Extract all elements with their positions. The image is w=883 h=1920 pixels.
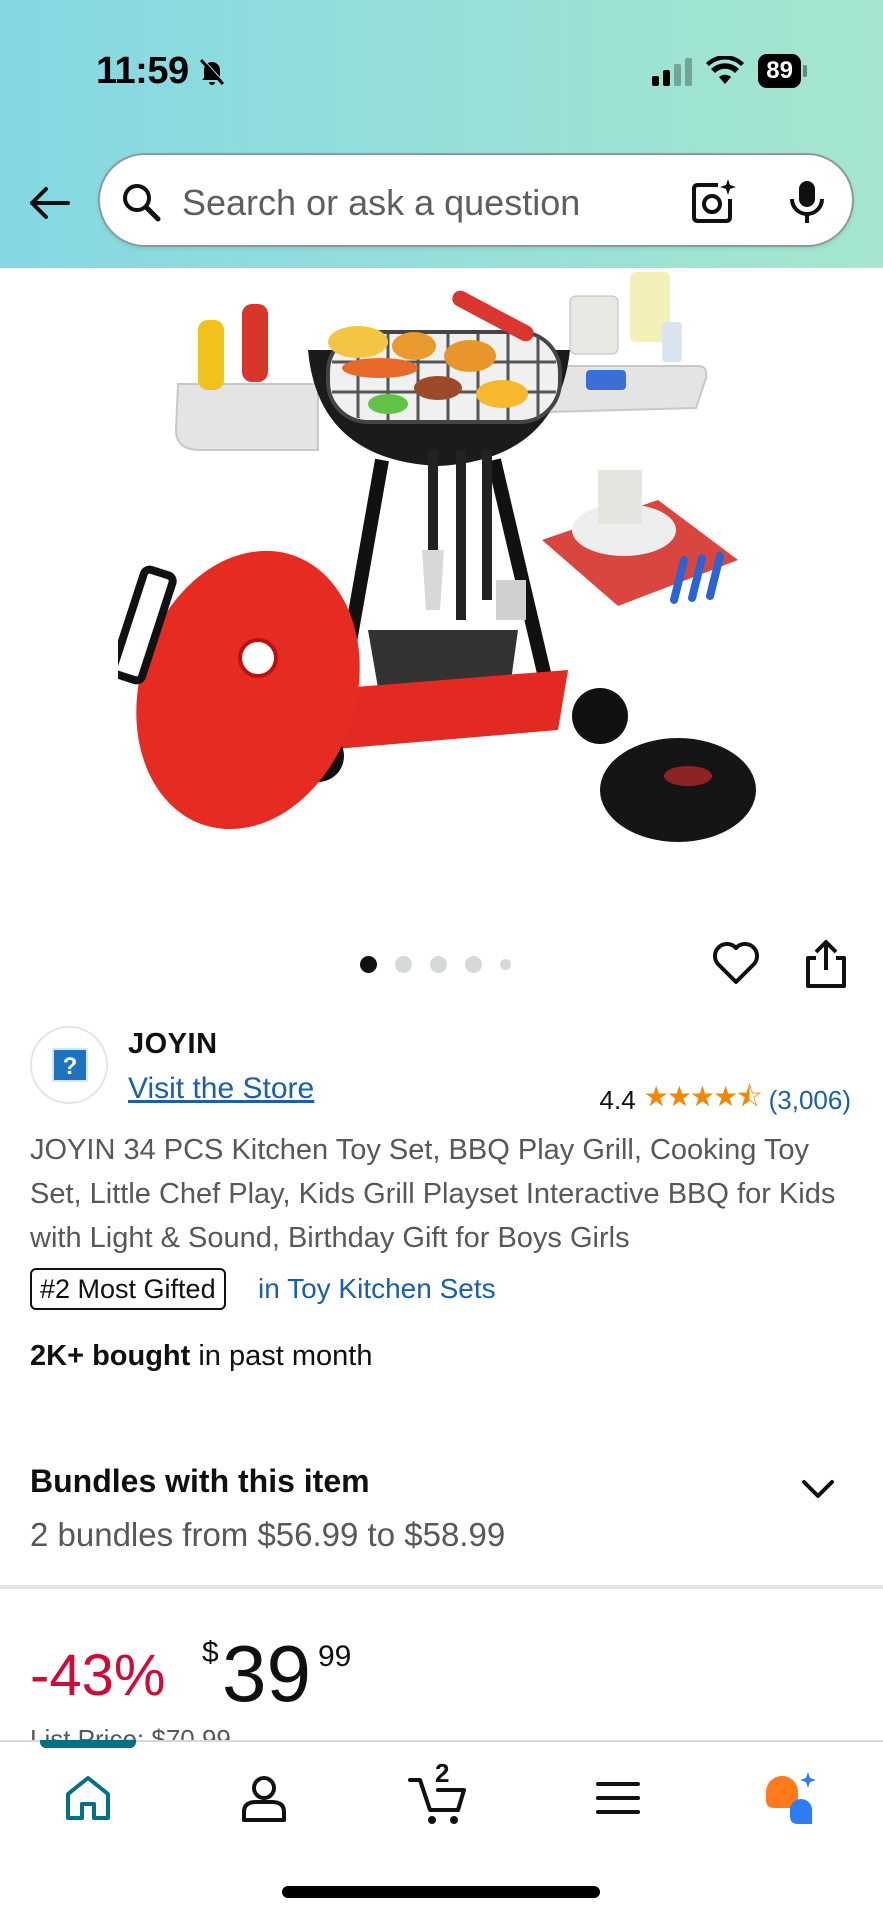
brand-logo-placeholder-icon: ?: [52, 1048, 88, 1082]
product-title: JOYIN 34 PCS Kitchen Toy Set, BBQ Play G…: [30, 1134, 836, 1254]
back-arrow-icon[interactable]: [26, 180, 72, 226]
rufus-icon[interactable]: [760, 1768, 820, 1828]
carousel-dot-5[interactable]: [500, 959, 511, 970]
bought-count-rest: in past month: [190, 1340, 373, 1372]
heart-icon[interactable]: [712, 940, 760, 986]
nav-active-indicator: [40, 1740, 136, 1748]
list-price-partial: List Price: $70.99: [30, 1724, 231, 1740]
image-carousel-dots[interactable]: [360, 956, 511, 973]
carousel-dot-3[interactable]: [430, 956, 447, 973]
menu-icon[interactable]: [588, 1768, 648, 1828]
battery-icon: 89: [758, 54, 807, 88]
bell-muted-icon: [199, 58, 226, 86]
share-icon[interactable]: [804, 938, 848, 990]
bundles-subtitle: 2 bundles from $56.99 to $58.99: [30, 1516, 506, 1553]
cellular-signal-icon: [652, 56, 693, 86]
chevron-down-icon[interactable]: [800, 1474, 836, 1504]
rating-value: 4.4: [599, 1084, 636, 1115]
search-placeholder: Search or ask a question: [182, 182, 581, 223]
camera-lens-icon[interactable]: [688, 177, 738, 227]
brand-name: JOYIN: [128, 1028, 218, 1060]
price-fraction: 99: [318, 1640, 352, 1673]
section-divider: [0, 1585, 883, 1589]
brand-logo[interactable]: ?: [30, 1026, 108, 1104]
home-icon[interactable]: [58, 1768, 118, 1828]
cart-count: 2: [435, 1758, 450, 1788]
bought-count-bold: 2K+ bought: [30, 1340, 191, 1372]
star-rating-icon: ★★★★⯪: [643, 1081, 763, 1112]
carousel-dot-4[interactable]: [465, 956, 482, 973]
carousel-dot-1[interactable]: [360, 956, 377, 973]
microphone-icon[interactable]: [784, 177, 830, 227]
status-icons: 89: [652, 54, 807, 88]
search-input[interactable]: Search or ask a question: [98, 153, 854, 247]
price-currency: $: [202, 1636, 219, 1669]
best-seller-badge[interactable]: #2 Most Gifted: [30, 1268, 226, 1310]
rating-summary[interactable]: 4.4 ★★★★⯪ (3,006): [600, 1076, 851, 1124]
carousel-dot-2[interactable]: [395, 956, 412, 973]
product-image[interactable]: [118, 270, 764, 872]
wifi-icon: [706, 56, 745, 84]
header: 11:59 89 Search or ask a question: [0, 0, 883, 268]
visit-store-link[interactable]: Visit the Store: [128, 1072, 314, 1106]
search-icon: [123, 184, 161, 222]
home-indicator: [282, 1886, 600, 1898]
badge-category-link[interactable]: in Toy Kitchen Sets: [258, 1273, 496, 1305]
rating-count-link[interactable]: (3,006): [769, 1085, 851, 1116]
bundles-title[interactable]: Bundles with this item: [30, 1463, 370, 1500]
price-whole: 39: [222, 1629, 311, 1718]
battery-level: 89: [758, 54, 801, 88]
status-time: 11:59: [96, 50, 189, 92]
account-icon[interactable]: [234, 1768, 294, 1828]
bought-count: 2K+ bought in past month: [30, 1340, 372, 1373]
discount-percent: -43%: [30, 1643, 166, 1708]
